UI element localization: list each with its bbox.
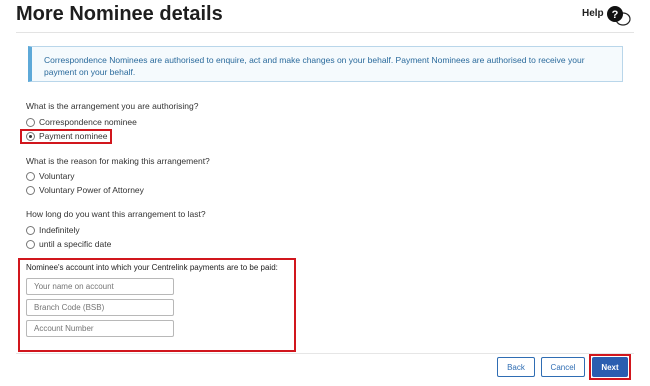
payment-nominee-highlight — [20, 129, 112, 144]
back-button[interactable]: Back — [497, 357, 535, 377]
arrangement-question: What is the arrangement you are authoris… — [26, 101, 199, 111]
radio-correspondence-nominee[interactable]: Correspondence nominee — [26, 116, 137, 128]
radio-voluntary[interactable]: Voluntary — [26, 170, 74, 182]
radio-label: Correspondence nominee — [39, 117, 137, 127]
svg-text:?: ? — [612, 9, 619, 21]
account-number-input[interactable] — [26, 320, 174, 337]
account-label: Nominee's account into which your Centre… — [26, 263, 278, 272]
duration-question: How long do you want this arrangement to… — [26, 209, 206, 219]
radio-label: Voluntary — [39, 171, 75, 181]
radio-button[interactable] — [26, 225, 35, 235]
radio-indefinitely[interactable]: Indefinitely — [26, 224, 80, 236]
radio-voluntary-power-of-attorney[interactable]: Voluntary Power of Attorney — [26, 184, 144, 196]
radio-label: Voluntary Power of Attorney — [39, 185, 144, 195]
radio-label: Indefinitely — [39, 225, 80, 235]
reason-question: What is the reason for making this arran… — [26, 156, 210, 166]
radio-button[interactable] — [26, 239, 35, 249]
radio-button[interactable] — [26, 185, 35, 195]
footer-divider — [16, 353, 634, 354]
radio-button[interactable] — [26, 117, 35, 127]
account-name-input[interactable] — [26, 278, 174, 295]
page-header: More Nominee details Help ? — [0, 0, 650, 32]
radio-label: until a specific date — [39, 239, 112, 249]
radio-until-specific-date[interactable]: until a specific date — [26, 238, 111, 250]
info-text: Correspondence Nominees are authorised t… — [44, 55, 585, 77]
page-title: More Nominee details — [16, 3, 223, 25]
help-bubble-icon[interactable]: ? — [605, 5, 631, 27]
info-callout: Correspondence Nominees are authorised t… — [28, 46, 623, 82]
cancel-button[interactable]: Cancel — [541, 357, 585, 377]
help-link[interactable]: Help — [582, 8, 604, 19]
bsb-input[interactable] — [26, 299, 174, 316]
radio-button[interactable] — [26, 171, 35, 181]
next-button-highlight — [589, 354, 631, 380]
